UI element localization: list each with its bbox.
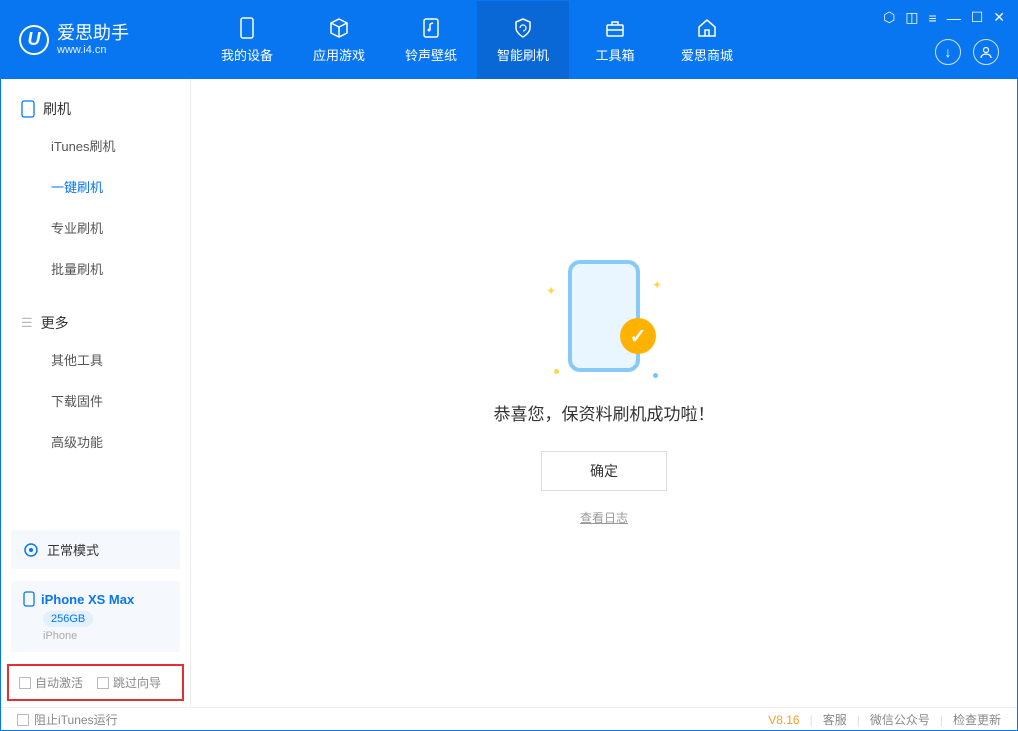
checkbox-label: 阻止iTunes运行 <box>34 711 118 728</box>
device-type: iPhone <box>43 630 168 642</box>
nav-label: 智能刷机 <box>497 45 549 64</box>
close-button[interactable]: ✕ <box>993 9 1005 26</box>
sidebar-section-more: ☰ 更多 <box>1 307 190 339</box>
nav-tabs: 我的设备 应用游戏 铃声壁纸 智能刷机 工具箱 爱思商城 <box>201 1 753 79</box>
nav-label: 爱思商城 <box>681 45 733 64</box>
toolbox-icon <box>603 16 627 40</box>
app-name: 爱思助手 <box>57 24 129 44</box>
view-log-link[interactable]: 查看日志 <box>580 509 628 526</box>
shirt-icon[interactable]: ⬡ <box>883 9 895 26</box>
nav-label: 工具箱 <box>595 45 634 64</box>
phone-small-icon <box>23 591 35 607</box>
sidebar-section-flash: 刷机 <box>1 93 190 125</box>
device-storage: 256GB <box>43 611 93 627</box>
main-panel: ✦ ✦ ✓ 恭喜您，保资料刷机成功啦！ 确定 查看日志 <box>191 79 1017 707</box>
sparkle-icon: ✦ <box>652 278 662 292</box>
footer-link-wechat[interactable]: 微信公众号 <box>870 711 930 728</box>
status-bar: 阻止iTunes运行 V8.16 | 客服 | 微信公众号 | 检查更新 <box>1 707 1017 731</box>
nav-label: 铃声壁纸 <box>405 45 457 64</box>
nav-label: 我的设备 <box>221 45 273 64</box>
checkbox-skip-guide[interactable]: 跳过向导 <box>97 674 161 691</box>
dot-icon <box>653 373 658 378</box>
mode-icon <box>23 542 39 558</box>
list-icon: ☰ <box>21 315 33 331</box>
app-logo-icon: U <box>19 25 49 55</box>
sparkle-icon: ✦ <box>546 284 556 298</box>
checkbox-auto-activate[interactable]: 自动激活 <box>19 674 83 691</box>
mode-label: 正常模式 <box>47 540 99 559</box>
section-title: 更多 <box>41 313 69 333</box>
separator: | <box>857 713 860 727</box>
section-title: 刷机 <box>43 99 71 119</box>
shield-refresh-icon <box>511 16 535 40</box>
sidebar-item-pro-flash[interactable]: 专业刷机 <box>1 207 190 248</box>
menu-icon[interactable]: ≡ <box>929 10 937 26</box>
lock-icon[interactable]: ◫ <box>905 9 918 26</box>
cube-icon <box>327 16 351 40</box>
sidebar-item-oneclick-flash[interactable]: 一键刷机 <box>1 166 190 207</box>
sidebar-item-other-tools[interactable]: 其他工具 <box>1 339 190 380</box>
sidebar-item-download-firmware[interactable]: 下载固件 <box>1 380 190 421</box>
sidebar-item-itunes-flash[interactable]: iTunes刷机 <box>1 125 190 166</box>
checkbox-label: 自动激活 <box>35 674 83 691</box>
success-message: 恭喜您，保资料刷机成功啦！ <box>494 400 715 425</box>
success-check-icon: ✓ <box>620 318 656 354</box>
options-highlighted-box: 自动激活 跳过向导 <box>7 664 184 701</box>
user-icon[interactable] <box>973 39 999 65</box>
device-icon <box>235 16 259 40</box>
nav-smart-flash[interactable]: 智能刷机 <box>477 1 569 79</box>
checkbox-icon <box>97 677 109 689</box>
checkbox-block-itunes[interactable]: 阻止iTunes运行 <box>17 711 118 728</box>
checkbox-icon <box>19 677 31 689</box>
separator: | <box>810 713 813 727</box>
minimize-button[interactable]: — <box>947 10 961 26</box>
nav-label: 应用游戏 <box>313 45 365 64</box>
device-info-box[interactable]: iPhone XS Max 256GB iPhone <box>11 581 180 652</box>
footer-link-update[interactable]: 检查更新 <box>953 711 1001 728</box>
nav-my-device[interactable]: 我的设备 <box>201 1 293 79</box>
nav-store[interactable]: 爱思商城 <box>661 1 753 79</box>
app-url: www.i4.cn <box>57 44 129 56</box>
home-icon <box>695 16 719 40</box>
music-icon <box>419 16 443 40</box>
logo-area[interactable]: U 爱思助手 www.i4.cn <box>1 24 201 56</box>
phone-illustration <box>568 260 640 372</box>
download-icon[interactable]: ↓ <box>935 39 961 65</box>
phone-icon <box>21 100 35 118</box>
ok-button[interactable]: 确定 <box>541 451 667 491</box>
success-illustration: ✦ ✦ ✓ <box>544 260 664 380</box>
header-actions: ↓ <box>935 39 999 65</box>
sidebar-item-advanced[interactable]: 高级功能 <box>1 421 190 462</box>
sidebar-item-batch-flash[interactable]: 批量刷机 <box>1 248 190 289</box>
checkbox-icon <box>17 714 29 726</box>
dot-icon <box>554 369 559 374</box>
device-mode-box[interactable]: 正常模式 <box>11 530 180 569</box>
window-controls: ⬡ ◫ ≡ — ☐ ✕ <box>883 9 1005 26</box>
checkbox-label: 跳过向导 <box>113 674 161 691</box>
device-name-text: iPhone XS Max <box>41 592 134 607</box>
nav-ringtones-wallpaper[interactable]: 铃声壁纸 <box>385 1 477 79</box>
version-text: V8.16 <box>768 713 799 727</box>
app-header: U 爱思助手 www.i4.cn 我的设备 应用游戏 铃声壁纸 智能刷机 工具箱 <box>1 1 1017 79</box>
nav-apps-games[interactable]: 应用游戏 <box>293 1 385 79</box>
nav-toolbox[interactable]: 工具箱 <box>569 1 661 79</box>
sidebar: 刷机 iTunes刷机 一键刷机 专业刷机 批量刷机 ☰ 更多 其他工具 下载固… <box>1 79 191 707</box>
maximize-button[interactable]: ☐ <box>971 9 984 26</box>
separator: | <box>940 713 943 727</box>
footer-link-support[interactable]: 客服 <box>823 711 847 728</box>
